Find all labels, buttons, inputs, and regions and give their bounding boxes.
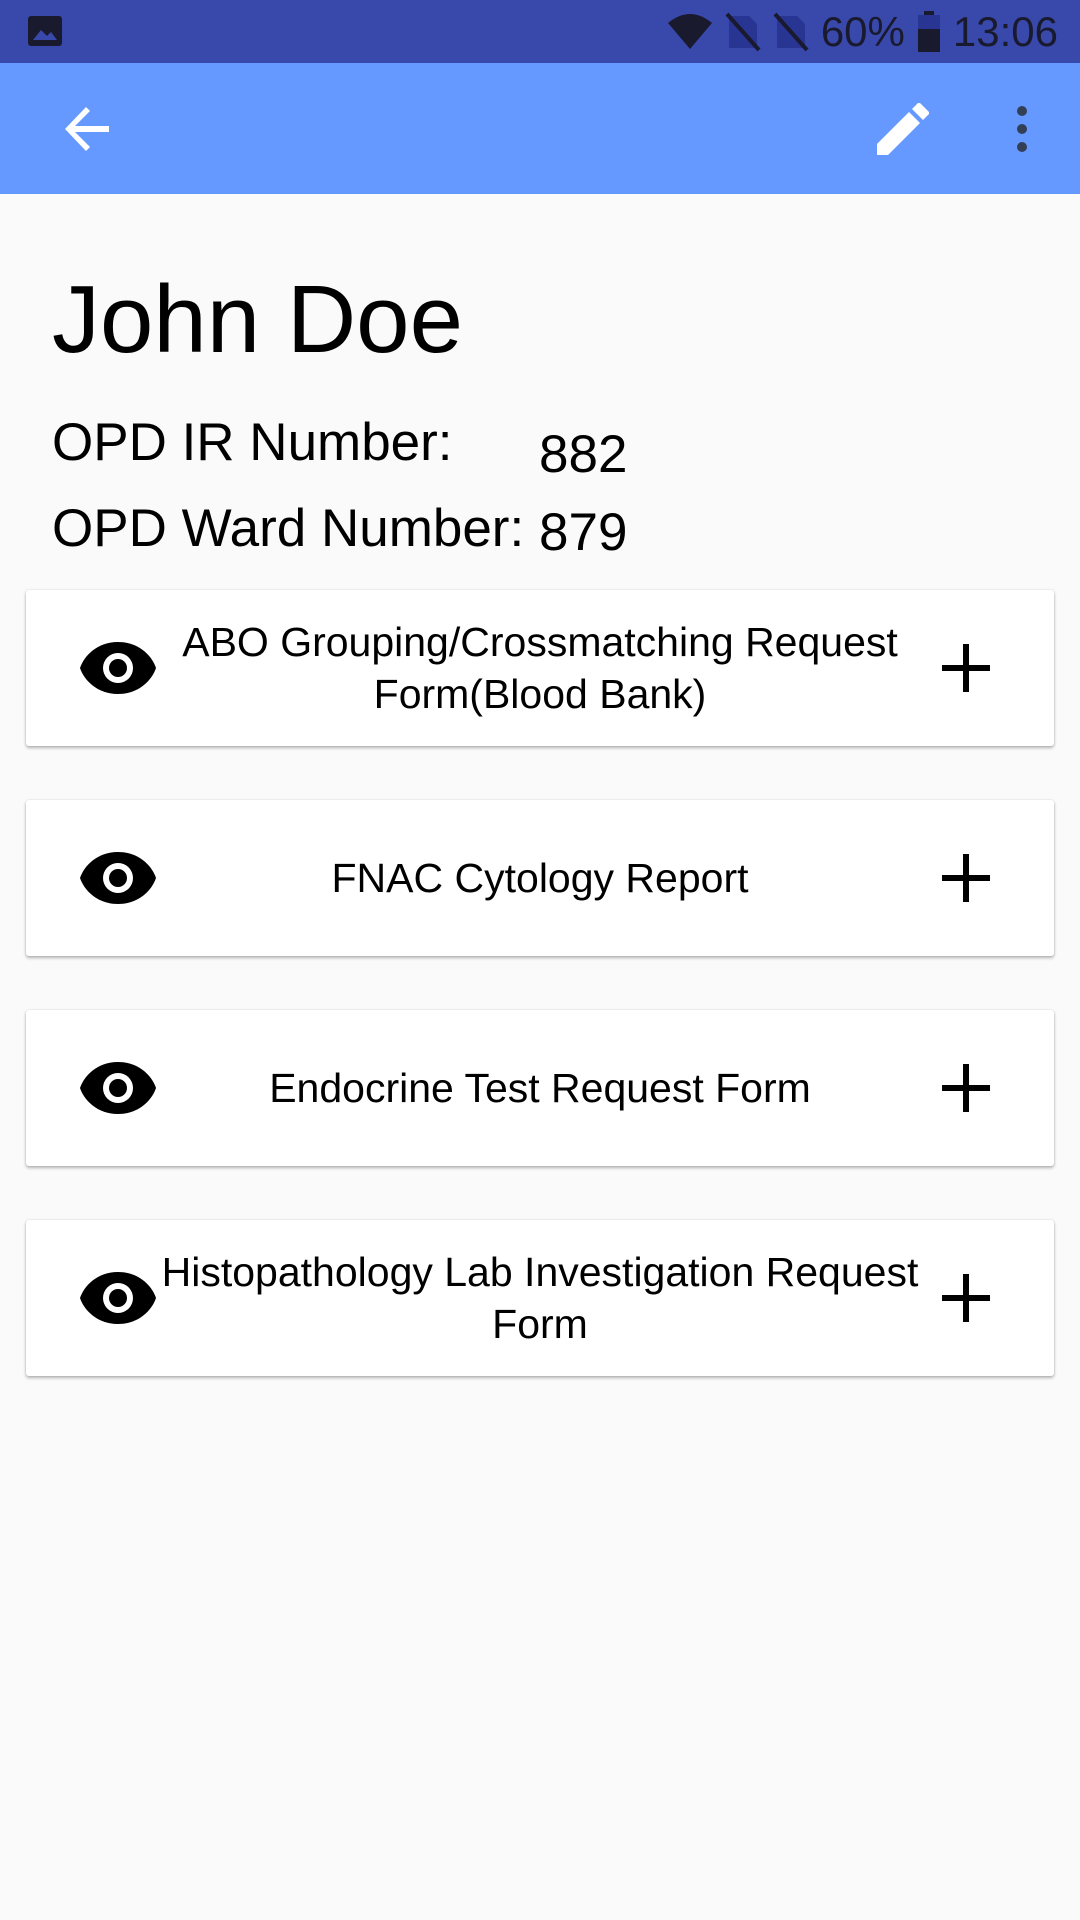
battery-percent: 60% xyxy=(820,8,905,55)
form-title: FNAC Cytology Report xyxy=(331,855,749,901)
pencil-icon xyxy=(877,103,929,155)
add-form-button[interactable] xyxy=(926,838,1006,918)
add-form-button[interactable] xyxy=(926,1258,1006,1338)
form-card[interactable]: Endocrine Test Request Form xyxy=(26,1010,1054,1166)
app-bar xyxy=(0,63,1080,194)
back-arrow-icon xyxy=(65,107,109,151)
form-title: ABO Grouping/Crossmatching Request Form(… xyxy=(182,619,898,717)
patient-name: John Doe xyxy=(52,266,463,373)
status-indicators: 60% 13:06 xyxy=(667,0,1058,63)
more-vert-icon xyxy=(1017,106,1027,152)
status-bar: 60% 13:06 xyxy=(0,0,1080,63)
clock: 13:06 xyxy=(952,8,1058,55)
back-button[interactable] xyxy=(44,91,132,167)
more-options-button[interactable] xyxy=(990,91,1054,167)
opd-ir-label: OPD IR Number: xyxy=(52,413,453,472)
battery-icon xyxy=(917,10,940,52)
plus-icon xyxy=(942,1274,990,1322)
plus-icon xyxy=(942,1064,990,1112)
add-form-button[interactable] xyxy=(926,628,1006,708)
add-form-button[interactable] xyxy=(926,1048,1006,1128)
opd-ir-value: 882 xyxy=(539,425,628,484)
gallery-icon xyxy=(28,16,62,46)
no-sim-icon xyxy=(773,12,809,51)
form-card[interactable]: ABO Grouping/Crossmatching Request Form(… xyxy=(26,590,1054,746)
form-title: Histopathology Lab Investigation Request… xyxy=(161,1249,919,1347)
plus-icon xyxy=(942,644,990,692)
opd-ward-value: 879 xyxy=(539,503,628,562)
wifi-icon xyxy=(667,13,712,49)
form-title: Endocrine Test Request Form xyxy=(269,1065,811,1111)
edit-button[interactable] xyxy=(858,91,948,167)
form-card[interactable]: Histopathology Lab Investigation Request… xyxy=(26,1220,1054,1376)
plus-icon xyxy=(942,854,990,902)
no-sim-icon xyxy=(725,12,761,51)
form-card[interactable]: FNAC Cytology Report xyxy=(26,800,1054,956)
opd-ward-label: OPD Ward Number: xyxy=(52,499,525,558)
